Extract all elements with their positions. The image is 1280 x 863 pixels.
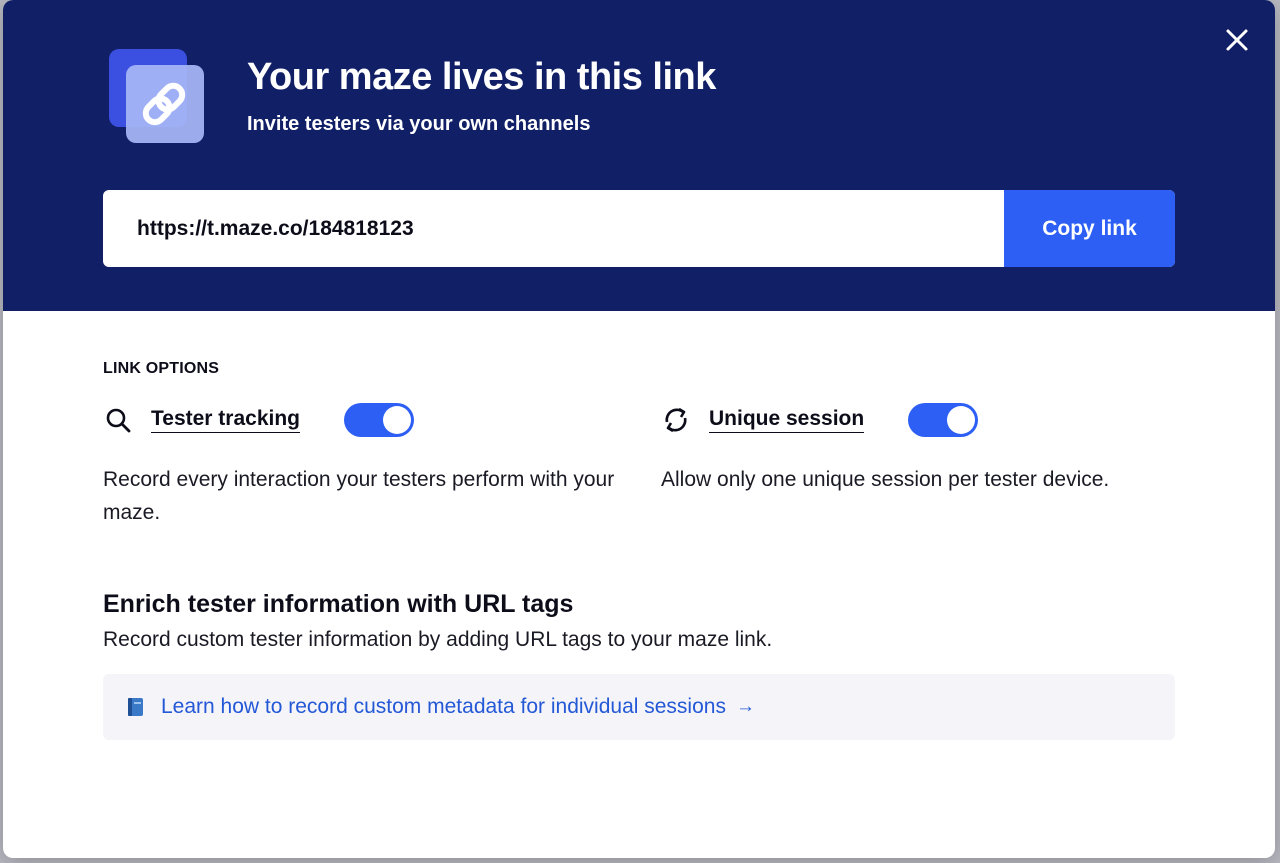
link-options-label: LINK OPTIONS [103,360,220,377]
modal-header: Your maze lives in this link Invite test… [3,0,1275,311]
link-chain-icon [106,47,204,145]
unique-session-label[interactable]: Unique session [709,407,865,433]
modal-title: Your maze lives in this link [247,56,716,98]
toggle-knob [947,406,976,434]
tester-tracking-option: Tester tracking [103,400,414,440]
unique-session-option: Unique session [661,400,979,440]
unique-session-toggle[interactable] [908,403,979,437]
enrich-title: Enrich tester information with URL tags [103,590,574,618]
refresh-icon [661,405,691,435]
learn-more-callout: Learn how to record custom metadata for … [103,674,1175,740]
close-icon[interactable] [1221,24,1253,56]
share-link-modal: Your maze lives in this link Invite test… [3,0,1275,858]
search-icon [103,405,133,435]
tester-tracking-label[interactable]: Tester tracking [151,407,300,433]
toggle-knob [383,406,411,434]
tester-tracking-description: Record every interaction your testers pe… [103,468,615,524]
link-field[interactable]: https://t.maze.co/184818123 Copy link [103,190,1175,267]
modal-subtitle: Invite testers via your own channels [247,113,591,135]
learn-metadata-link[interactable]: Learn how to record custom metadata for … [161,695,726,719]
enrich-description: Record custom tester information by addi… [103,628,773,651]
arrow-right-icon[interactable]: → [736,696,755,718]
unique-session-description: Allow only one unique session per tester… [661,468,1110,491]
tester-tracking-toggle[interactable] [344,403,414,437]
maze-link-url[interactable]: https://t.maze.co/184818123 [137,217,414,241]
copy-link-button[interactable]: Copy link [1004,190,1175,267]
book-icon [125,696,147,718]
